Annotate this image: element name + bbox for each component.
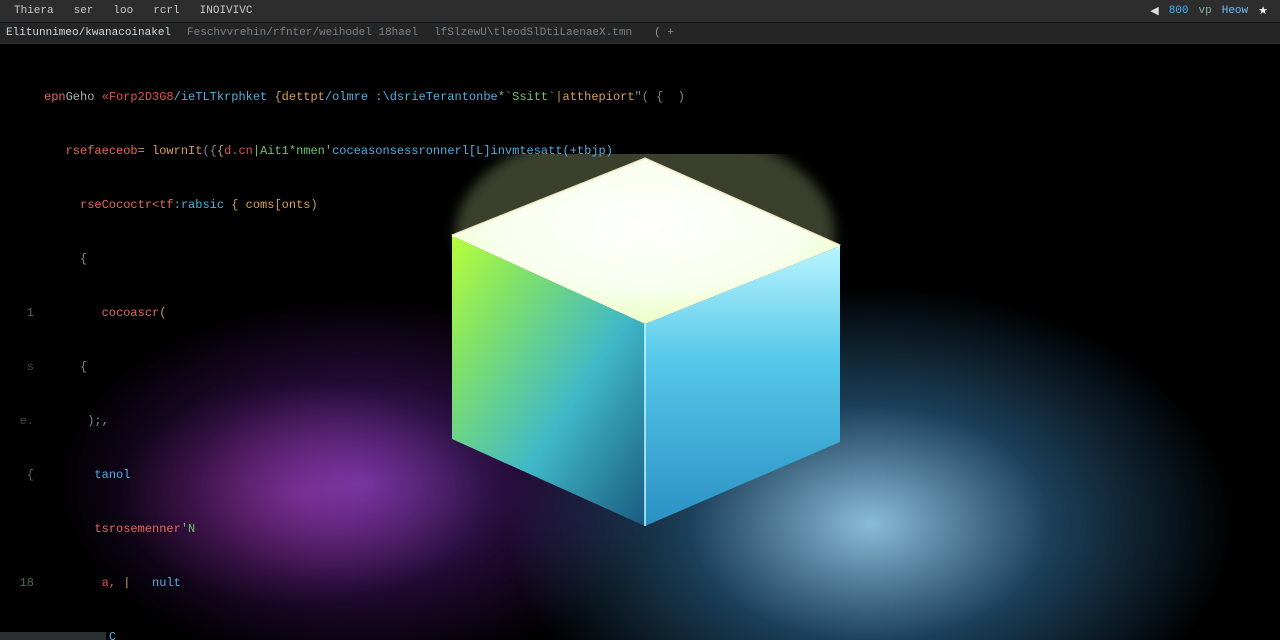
menu-item-thiera[interactable]: Thiera [6,3,62,19]
viewport-3d[interactable]: epnGeho «Forp2D3G8/ieTLTkrphket {dettpt/… [0,44,1280,640]
ground-glow [0,44,1280,640]
tab-add-icon[interactable]: ( + [654,27,674,39]
menu-bar-left: Thiera ser loo rcrl INOIVIVC [6,3,260,19]
tab-file-2[interactable]: lfSlzewU\tleodSlDtiLaenaeX.tmn [434,27,632,39]
help-button[interactable]: Heow [1222,5,1248,17]
menu-item-loo[interactable]: loo [105,3,141,19]
star-icon[interactable]: ★ [1258,4,1268,18]
menu-bar: Thiera ser loo rcrl INOIVIVC ◀ 800 vp He… [0,0,1280,23]
status-strip [0,632,106,640]
tab-bar: Elitunnimeo/kwanacoinakel Feschvvrehin/r… [0,23,1280,44]
menu-bar-right: ◀ 800 vp Heow ★ [1150,4,1274,18]
menu-item-ser[interactable]: ser [66,3,102,19]
nav-back-icon[interactable]: ◀ [1150,4,1158,18]
fps-unit: vp [1199,5,1212,17]
breadcrumb-path[interactable]: Elitunnimeo/kwanacoinakel [6,27,171,39]
menu-item-inoivivc[interactable]: INOIVIVC [192,3,261,19]
tab-file-1[interactable]: Feschvvrehin/rfnter/weihodel 18hael [187,27,418,39]
menu-item-rcrl[interactable]: rcrl [145,3,187,19]
fps-counter: 800 [1169,5,1189,17]
